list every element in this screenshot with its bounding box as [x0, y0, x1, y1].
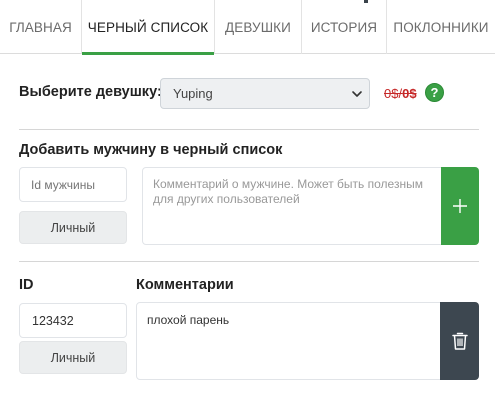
- delete-button[interactable]: [440, 302, 479, 380]
- tab-bar: ГЛАВНАЯ ЧЕРНЫЙ СПИСОК ДЕВУШКИ ИСТОРИЯ ПО…: [0, 0, 495, 55]
- select-girl-label: Выберите девушку:: [19, 84, 162, 100]
- divider: [19, 261, 479, 262]
- tab-girls[interactable]: ДЕВУШКИ: [215, 0, 302, 54]
- add-type-button[interactable]: Личный: [19, 211, 127, 244]
- help-icon[interactable]: ?: [425, 83, 444, 102]
- tab-home[interactable]: ГЛАВНАЯ: [0, 0, 82, 54]
- girl-select-value: Yuping: [173, 86, 213, 101]
- tab-history[interactable]: ИСТОРИЯ: [302, 0, 387, 54]
- girl-select[interactable]: Yuping: [160, 78, 370, 109]
- tab-admirers[interactable]: ПОКЛОННИКИ: [387, 0, 495, 54]
- add-section-title: Добавить мужчину в черный список: [19, 142, 283, 158]
- man-id-input[interactable]: [19, 167, 127, 202]
- tab-blacklist[interactable]: ЧЕРНЫЙ СПИСОК: [82, 0, 215, 55]
- plus-icon: [453, 199, 467, 213]
- row-type-button[interactable]: Личный: [19, 341, 127, 374]
- column-header-comments: Комментарии: [136, 277, 234, 293]
- trash-icon: [451, 332, 468, 350]
- add-button[interactable]: [441, 167, 479, 245]
- price-new: 0$: [402, 86, 417, 101]
- divider: [19, 129, 479, 130]
- price-old: 0$: [384, 86, 399, 101]
- column-header-id: ID: [19, 277, 34, 293]
- comment-input[interactable]: Комментарий о мужчине. Может быть полезн…: [142, 167, 442, 245]
- chevron-down-icon: [352, 91, 362, 97]
- price-display: 0$/0$: [384, 86, 417, 101]
- row-id-field: 123432: [19, 303, 127, 338]
- row-comment[interactable]: плохой парень: [136, 302, 441, 380]
